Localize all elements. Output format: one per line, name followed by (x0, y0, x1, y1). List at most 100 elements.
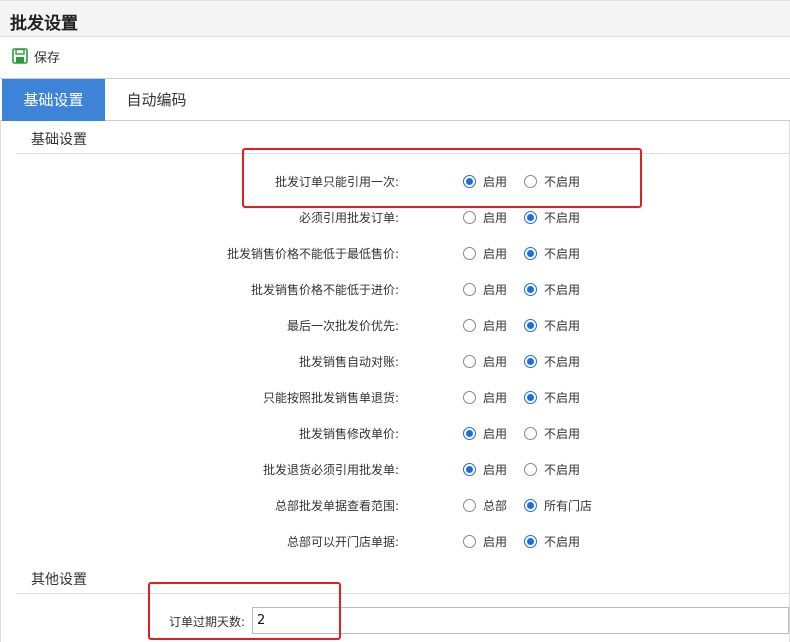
setting-label: 最后一次批发价优先: (286, 319, 399, 333)
setting-radio-option[interactable]: 启用 (463, 533, 507, 550)
radio-circle[interactable] (524, 355, 537, 368)
radio-label: 启用 (483, 175, 508, 189)
setting-radio-option[interactable]: 所有门店 (524, 497, 592, 514)
setting-radio-option[interactable]: 启用 (463, 389, 507, 406)
radio-label: 不启用 (544, 319, 581, 333)
radio-circle[interactable] (463, 535, 476, 548)
radio-circle[interactable] (524, 283, 537, 296)
radio-circle[interactable] (463, 283, 476, 296)
setting-row: 总部可以开门店单据: 启用 不启用 (1, 529, 790, 553)
setting-row: 批发销售价格不能低于最低售价: 启用 不启用 (1, 241, 790, 265)
setting-radio-option[interactable]: 不启用 (524, 245, 580, 262)
radio-circle[interactable] (463, 391, 476, 404)
radio-label: 启用 (483, 463, 508, 477)
radio-label: 总部 (483, 499, 508, 513)
radio-label: 启用 (483, 355, 508, 369)
save-label: 保存 (34, 50, 61, 66)
radio-label: 不启用 (544, 247, 581, 261)
radio-label: 不启用 (544, 391, 581, 405)
save-icon (12, 48, 28, 64)
other-section-title: 其他设置 (31, 572, 87, 588)
radio-label: 不启用 (544, 463, 581, 477)
tab-bar: 基础设置 自动编码 (0, 79, 790, 121)
setting-row: 批发销售修改单价: 启用 不启用 (1, 421, 790, 445)
setting-radio-option[interactable]: 不启用 (524, 533, 580, 550)
setting-radio-option[interactable]: 不启用 (524, 209, 580, 226)
toolbar: 保存 (0, 37, 790, 79)
radio-circle[interactable] (524, 247, 537, 260)
radio-circle[interactable] (524, 427, 537, 440)
radio-circle[interactable] (463, 463, 476, 476)
radio-label: 启用 (483, 247, 508, 261)
tab-basic-settings[interactable]: 基础设置 (2, 79, 105, 121)
setting-radio-option[interactable]: 总部 (463, 497, 507, 514)
setting-label: 批发订单只能引用一次: (274, 175, 399, 189)
radio-label: 启用 (483, 391, 508, 405)
setting-label: 只能按照批发销售单退货: (262, 391, 399, 405)
setting-radio-option[interactable]: 不启用 (524, 353, 580, 370)
radio-label: 启用 (483, 535, 508, 549)
setting-radio-option[interactable]: 不启用 (524, 425, 580, 442)
setting-radio-option[interactable]: 不启用 (524, 461, 580, 478)
radio-label: 不启用 (544, 355, 581, 369)
setting-radio-option[interactable]: 启用 (463, 173, 507, 190)
radio-label: 启用 (483, 427, 508, 441)
setting-row: 总部批发单据查看范围: 总部 所有门店 (1, 493, 790, 517)
setting-radio-option[interactable]: 启用 (463, 317, 507, 334)
radio-label: 启用 (483, 211, 508, 225)
radio-circle[interactable] (524, 535, 537, 548)
setting-radio-option[interactable]: 不启用 (524, 389, 580, 406)
save-button[interactable]: 保存 (12, 45, 60, 67)
setting-radio-option[interactable]: 不启用 (524, 317, 580, 334)
radio-label: 不启用 (544, 175, 581, 189)
radio-label: 所有门店 (544, 499, 593, 513)
radio-circle[interactable] (524, 175, 537, 188)
order-expiry-input[interactable] (252, 607, 789, 634)
setting-label: 批发销售价格不能低于进价: (250, 283, 399, 297)
setting-row: 必须引用批发订单: 启用 不启用 (1, 205, 790, 229)
radio-circle[interactable] (524, 391, 537, 404)
radio-circle[interactable] (524, 319, 537, 332)
basic-section-title: 基础设置 (31, 132, 87, 148)
radio-circle[interactable] (463, 247, 476, 260)
radio-circle[interactable] (524, 499, 537, 512)
radio-label: 不启用 (544, 283, 581, 297)
setting-radio-option[interactable]: 启用 (463, 461, 507, 478)
setting-row: 最后一次批发价优先: 启用 不启用 (1, 313, 790, 337)
setting-radio-option[interactable]: 不启用 (524, 173, 580, 190)
setting-label: 批发退货必须引用批发单: (262, 463, 399, 477)
radio-circle[interactable] (463, 499, 476, 512)
setting-row: 批发退货必须引用批发单: 启用 不启用 (1, 457, 790, 481)
setting-row: 批发订单只能引用一次: 启用 不启用 (1, 169, 790, 193)
radio-label: 启用 (483, 319, 508, 333)
setting-radio-option[interactable]: 启用 (463, 281, 507, 298)
radio-circle[interactable] (463, 355, 476, 368)
setting-radio-option[interactable]: 启用 (463, 353, 507, 370)
radio-circle[interactable] (524, 463, 537, 476)
section-divider (17, 153, 790, 154)
setting-radio-option[interactable]: 启用 (463, 425, 507, 442)
setting-label: 必须引用批发订单: (298, 211, 399, 225)
radio-circle[interactable] (463, 319, 476, 332)
setting-label: 批发销售价格不能低于最低售价: (226, 247, 399, 261)
order-expiry-label: 订单过期天数: (169, 615, 246, 629)
radio-circle[interactable] (463, 175, 476, 188)
radio-label: 不启用 (544, 211, 581, 225)
page-title: 批发设置 (10, 14, 78, 34)
tab-auto-coding[interactable]: 自动编码 (108, 79, 205, 121)
setting-row: 批发销售价格不能低于进价: 启用 不启用 (1, 277, 790, 301)
setting-radio-option[interactable]: 启用 (463, 245, 507, 262)
setting-label: 总部可以开门店单据: (286, 535, 399, 549)
setting-radio-option[interactable]: 不启用 (524, 281, 580, 298)
setting-radio-option[interactable]: 启用 (463, 209, 507, 226)
radio-circle[interactable] (463, 211, 476, 224)
radio-circle[interactable] (463, 427, 476, 440)
title-bar: 批发设置 (0, 0, 790, 37)
section-divider (17, 593, 790, 594)
setting-row: 批发销售自动对账: 启用 不启用 (1, 349, 790, 373)
settings-panel: 基础设置 批发订单只能引用一次: 启用 不启用 必须引用批发订单: 启用 不启用 批发销售价… (0, 121, 790, 642)
setting-label: 批发销售自动对账: (298, 355, 399, 369)
setting-label: 总部批发单据查看范围: (274, 499, 399, 513)
radio-label: 不启用 (544, 427, 581, 441)
radio-circle[interactable] (524, 211, 537, 224)
